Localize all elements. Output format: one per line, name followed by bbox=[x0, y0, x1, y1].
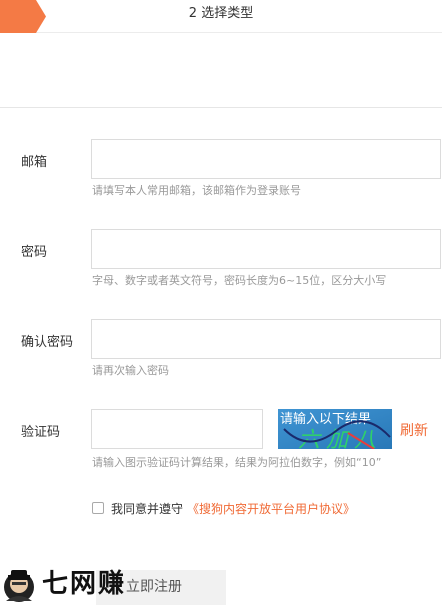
password-hint: 字母、数字或者英文符号，密码长度为6~15位，区分大小写 bbox=[92, 274, 387, 287]
password-label: 密码 bbox=[21, 245, 48, 260]
captcha-prompt: 请输入以下结果 bbox=[280, 411, 371, 427]
watermark-avatar-icon bbox=[4, 570, 34, 602]
confirm-password-hint: 请再次输入密码 bbox=[92, 364, 169, 377]
email-hint: 请填写本人常用邮箱，该邮箱作为登录账号 bbox=[92, 184, 301, 197]
agreement-link[interactable]: 《搜狗内容开放平台用户协议》 bbox=[187, 500, 355, 517]
step-bar: 2 选择类型 bbox=[0, 0, 442, 33]
captcha-refresh-link[interactable]: 刷新 bbox=[400, 420, 428, 440]
captcha-label: 验证码 bbox=[21, 425, 61, 440]
captcha-image[interactable]: 请输入以下结果 六加八 bbox=[278, 409, 392, 449]
password-field[interactable] bbox=[91, 229, 441, 269]
agreement-row: 我同意并遵守 《搜狗内容开放平台用户协议》 bbox=[92, 500, 355, 516]
agreement-text: 我同意并遵守 bbox=[111, 501, 184, 516]
email-field[interactable] bbox=[91, 139, 441, 179]
email-label: 邮箱 bbox=[21, 155, 48, 170]
agreement-checkbox[interactable] bbox=[92, 502, 104, 514]
confirm-password-label: 确认密码 bbox=[21, 335, 74, 350]
section-divider bbox=[0, 107, 442, 108]
captcha-hint: 请输入图示验证码计算结果，结果为阿拉伯数字，例如“10” bbox=[92, 456, 382, 469]
captcha-field[interactable] bbox=[91, 409, 263, 449]
confirm-password-field[interactable] bbox=[91, 319, 441, 359]
step-2-label: 2 选择类型 bbox=[188, 6, 254, 21]
watermark-text: 七网赚 bbox=[42, 569, 127, 599]
